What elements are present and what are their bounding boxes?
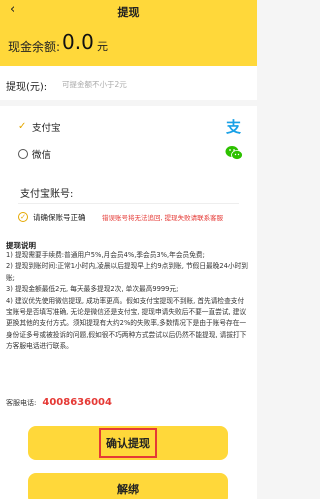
check-icon: ✓ [18,121,27,132]
confirm-check-icon[interactable]: ✓ [18,212,28,222]
radio-unselected-icon [18,149,28,159]
phone-number[interactable]: 4008636004 [42,397,112,408]
note-item: 3) 提现金额最低2元, 每天最多提现2次, 单次最高9999元; [6,285,179,294]
note-item: 4) 建议优先使用微信提现, 成功率更高。假如支付宝提现不到账, 首先请检查支付… [6,296,247,351]
balance-unit: 元 [97,40,108,53]
confirm-withdraw-button[interactable]: 确认提现 [28,426,228,460]
notes-list: 1) 提现需要手续费:普通用户5%,月会员4%,季会员3%,年会员免费; 2) … [6,250,250,353]
phone-label: 客服电话: [6,398,37,407]
warning-text: 错误账号将无法追回, 提现失败请联系客服 [102,214,224,222]
note-item: 2) 提现到账时间:正常1小时内,凌晨以后提现早上约9点到账, 节假日最晚24小… [6,262,248,282]
account-input-underline[interactable] [18,203,239,204]
payment-option-wechat[interactable]: 微信 [18,147,51,161]
note-item: 1) 提现需要手续费:普通用户5%,月会员4%,季会员3%,年会员免费; [6,251,205,259]
account-label: 支付宝账号: [20,189,74,200]
svg-text:支: 支 [225,118,241,134]
unbind-button[interactable]: 解绑 [28,473,228,499]
balance-label: 现金余额: [8,40,61,54]
service-phone-row: 客服电话: 4008636004 [6,397,112,408]
amount-input[interactable] [62,77,202,91]
alipay-icon: 支 [225,118,241,134]
confirm-withdraw-label: 确认提现 [99,428,157,458]
payment-option-label: 支付宝 [32,123,61,134]
confirm-account-label: 请确保账号正确 [33,213,86,222]
page-title: 提现 [117,6,140,19]
payment-option-alipay[interactable]: ✓ 支付宝 [18,120,61,135]
wechat-icon [225,146,243,160]
payment-option-label: 微信 [32,150,52,161]
amount-label: 提现(元): [6,82,48,93]
balance-value: 0.0 [62,30,94,54]
